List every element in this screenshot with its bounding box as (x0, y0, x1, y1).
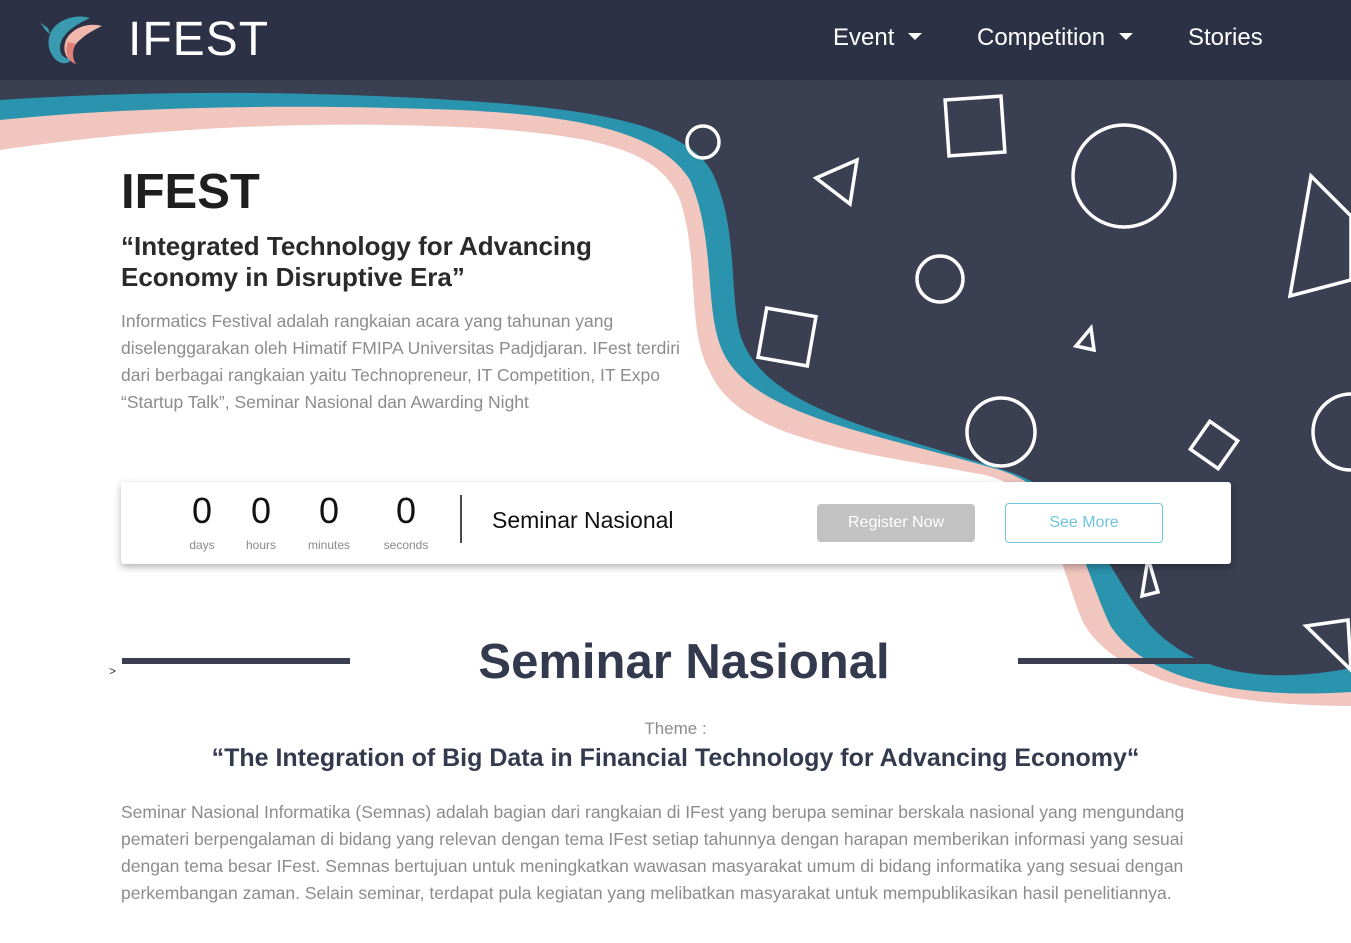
countdown-event-name: Seminar Nasional (492, 507, 674, 533)
countdown-seconds: 0 seconds (376, 490, 436, 552)
countdown-days-label: days (189, 538, 215, 552)
countdown-minutes-value: 0 (318, 490, 340, 531)
countdown-hours-label: hours (245, 538, 277, 552)
hero-tagline: “Integrated Technology for Advancing Eco… (121, 231, 592, 292)
countdown-minutes: 0 minutes (299, 490, 359, 552)
caret-down-icon (908, 33, 923, 40)
countdown-days-value: 0 (191, 490, 213, 531)
caret-down-icon (1119, 33, 1134, 40)
register-now-button[interactable]: Register Now (817, 504, 975, 542)
countdown-seconds-label: seconds (383, 538, 429, 552)
brand-name: IFEST (128, 13, 270, 66)
hero-description: Informatics Festival adalah rangkaian ac… (121, 311, 680, 412)
countdown-days: 0 days (172, 490, 232, 552)
hero-title: IFEST (121, 165, 260, 219)
seminar-description: Seminar Nasional Informatika (Semnas) ad… (121, 802, 1185, 903)
brand[interactable]: IFEST (38, 12, 269, 68)
ifest-feather-logo-icon (40, 16, 102, 64)
nav-item-event-label: Event (833, 24, 895, 51)
countdown-card: 0 days 0 hours 0 minutes 0 seconds Semin… (121, 482, 1231, 564)
countdown-minutes-label: minutes (307, 538, 351, 552)
theme-text: “The Integration of Big Data in Financia… (211, 744, 1140, 772)
nav-item-stories-label: Stories (1188, 24, 1263, 51)
nav-item-event[interactable]: Event (833, 24, 923, 52)
theme-label: Theme : (644, 719, 707, 738)
nav-item-competition[interactable]: Competition (977, 24, 1134, 52)
navbar: IFEST Event Competition Stories (0, 0, 1351, 80)
countdown-seconds-value: 0 (395, 490, 417, 531)
see-more-button[interactable]: See More (1005, 503, 1163, 543)
countdown-divider (460, 495, 462, 543)
countdown-hours-value: 0 (250, 490, 272, 531)
section-title: Seminar Nasional (478, 635, 890, 689)
countdown-hours: 0 hours (231, 490, 291, 552)
nav-item-stories[interactable]: Stories (1188, 24, 1263, 52)
nav-item-competition-label: Competition (977, 24, 1106, 51)
